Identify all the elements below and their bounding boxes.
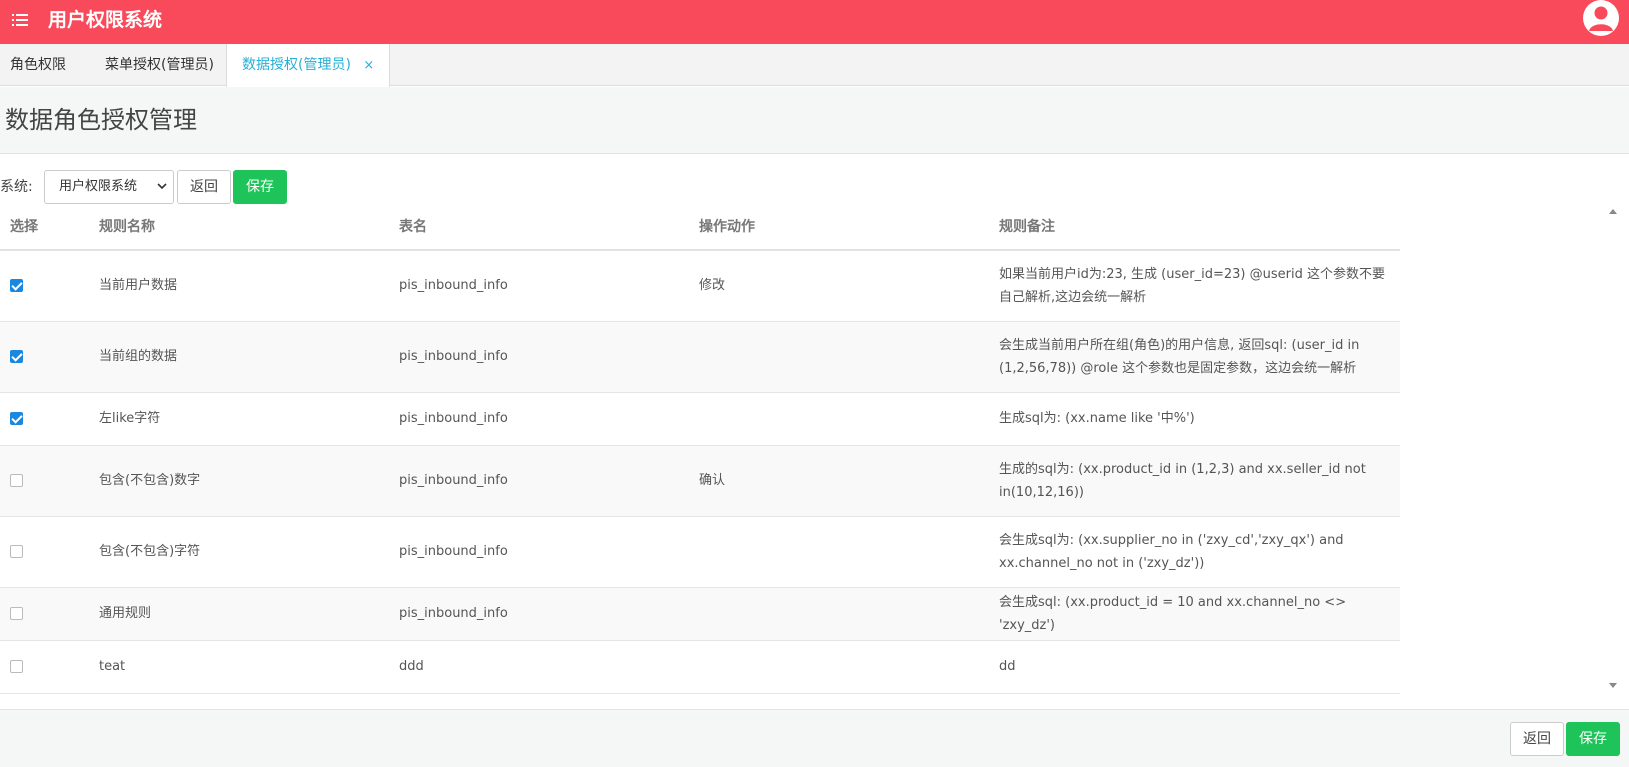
system-select-value: 用户权限系统 bbox=[59, 179, 138, 194]
top-bar: 用户权限系统 bbox=[0, 0, 1629, 44]
system-select[interactable]: 用户权限系统 bbox=[44, 170, 174, 204]
rule-name: 包含(不包含)字符 bbox=[99, 516, 399, 588]
tab-label: 菜单授权(管理员) bbox=[105, 57, 214, 73]
rule-name: 包含(不包含)数字 bbox=[99, 445, 399, 517]
rule-name: 当前组的数据 bbox=[99, 321, 399, 393]
rule-action bbox=[699, 640, 999, 694]
table-name: ddd bbox=[399, 640, 699, 694]
row-checkbox[interactable] bbox=[10, 474, 23, 487]
table-row: 当前组的数据 pis_inbound_info 会生成当前用户所在组(角色)的用… bbox=[0, 321, 1400, 393]
row-checkbox[interactable] bbox=[10, 660, 23, 673]
page-title: 数据角色授权管理 bbox=[5, 106, 197, 134]
close-icon[interactable]: × bbox=[363, 58, 374, 73]
app-title: 用户权限系统 bbox=[48, 9, 163, 31]
tab-label: 数据授权(管理员) bbox=[242, 57, 351, 73]
row-checkbox[interactable] bbox=[10, 412, 23, 425]
table-row: 当前用户数据 pis_inbound_info 修改 如果当前用户id为:23,… bbox=[0, 250, 1400, 322]
footer-back-button[interactable]: 返回 bbox=[1510, 722, 1564, 756]
tab-role-permission[interactable]: 角色权限 bbox=[10, 44, 66, 86]
table-row: 包含(不包含)数字 pis_inbound_info 确认 生成的sql为: (… bbox=[0, 445, 1400, 517]
table-name: pis_inbound_info bbox=[399, 250, 699, 322]
rule-action bbox=[699, 392, 999, 446]
row-checkbox[interactable] bbox=[10, 607, 23, 620]
row-checkbox[interactable] bbox=[10, 545, 23, 558]
row-checkbox[interactable] bbox=[10, 279, 23, 293]
row-checkbox[interactable] bbox=[10, 350, 23, 363]
rule-action bbox=[699, 516, 999, 588]
scroll-up-icon[interactable] bbox=[1609, 209, 1617, 214]
rule-note: dd bbox=[999, 640, 1400, 694]
rule-name: 当前用户数据 bbox=[99, 250, 399, 322]
rules-table: 选择 规则名称 表名 操作动作 规则备注 当前用户数据 pis_inbound_… bbox=[0, 203, 1400, 694]
system-label: 系统: bbox=[0, 179, 33, 195]
back-button[interactable]: 返回 bbox=[177, 170, 231, 204]
footer-bar: 返回 保存 bbox=[0, 709, 1629, 767]
tab-bar: 角色权限 菜单授权(管理员) 数据授权(管理员) × bbox=[0, 44, 1629, 87]
menu-icon[interactable] bbox=[12, 13, 28, 27]
tab-menu-auth[interactable]: 菜单授权(管理员) bbox=[105, 44, 214, 86]
rule-action: 修改 bbox=[699, 250, 999, 322]
table-name: pis_inbound_info bbox=[399, 587, 699, 641]
table-row: 通用规则 pis_inbound_info 会生成sql: (xx.produc… bbox=[0, 587, 1400, 641]
column-header: 选择 bbox=[0, 203, 99, 251]
rule-note: 生成的sql为: (xx.product_id in (1,2,3) and x… bbox=[999, 445, 1400, 517]
rule-note: 如果当前用户id为:23, 生成 (user_id=23) @userid 这个… bbox=[999, 250, 1400, 322]
tab-data-auth[interactable]: 数据授权(管理员) × bbox=[226, 44, 391, 87]
rule-action bbox=[699, 321, 999, 393]
table-name: pis_inbound_info bbox=[399, 516, 699, 588]
rule-action: 确认 bbox=[699, 445, 999, 517]
table-name: pis_inbound_info bbox=[399, 321, 699, 393]
rule-note: 会生成当前用户所在组(角色)的用户信息, 返回sql: (user_id in … bbox=[999, 321, 1400, 393]
tab-label: 角色权限 bbox=[10, 57, 66, 73]
rule-name: 左like字符 bbox=[99, 392, 399, 446]
page-header: 数据角色授权管理 bbox=[0, 87, 1629, 154]
user-avatar-icon[interactable] bbox=[1583, 0, 1619, 36]
table-row: 包含(不包含)字符 pis_inbound_info 会生成sql为: (xx.… bbox=[0, 516, 1400, 588]
rule-name: 通用规则 bbox=[99, 587, 399, 641]
table-header-row: 选择 规则名称 表名 操作动作 规则备注 bbox=[0, 203, 1400, 251]
rule-action bbox=[699, 587, 999, 641]
column-header: 表名 bbox=[399, 203, 699, 251]
rule-name: teat bbox=[99, 640, 399, 694]
table-scrollbar[interactable] bbox=[1606, 203, 1620, 693]
rule-note: 会生成sql: (xx.product_id = 10 and xx.chann… bbox=[999, 587, 1400, 641]
save-button[interactable]: 保存 bbox=[233, 170, 287, 204]
table-name: pis_inbound_info bbox=[399, 445, 699, 517]
column-header: 规则名称 bbox=[99, 203, 399, 251]
chevron-down-icon bbox=[157, 183, 167, 190]
column-header: 规则备注 bbox=[999, 203, 1400, 251]
rule-note: 生成sql为: (xx.name like '中%') bbox=[999, 392, 1400, 446]
table-row: 左like字符 pis_inbound_info 生成sql为: (xx.nam… bbox=[0, 392, 1400, 446]
footer-save-button[interactable]: 保存 bbox=[1566, 722, 1620, 756]
scroll-down-icon[interactable] bbox=[1609, 683, 1617, 688]
column-header: 操作动作 bbox=[699, 203, 999, 251]
table-name: pis_inbound_info bbox=[399, 392, 699, 446]
table-row: teat ddd dd bbox=[0, 640, 1400, 694]
rule-note: 会生成sql为: (xx.supplier_no in ('zxy_cd','z… bbox=[999, 516, 1400, 588]
